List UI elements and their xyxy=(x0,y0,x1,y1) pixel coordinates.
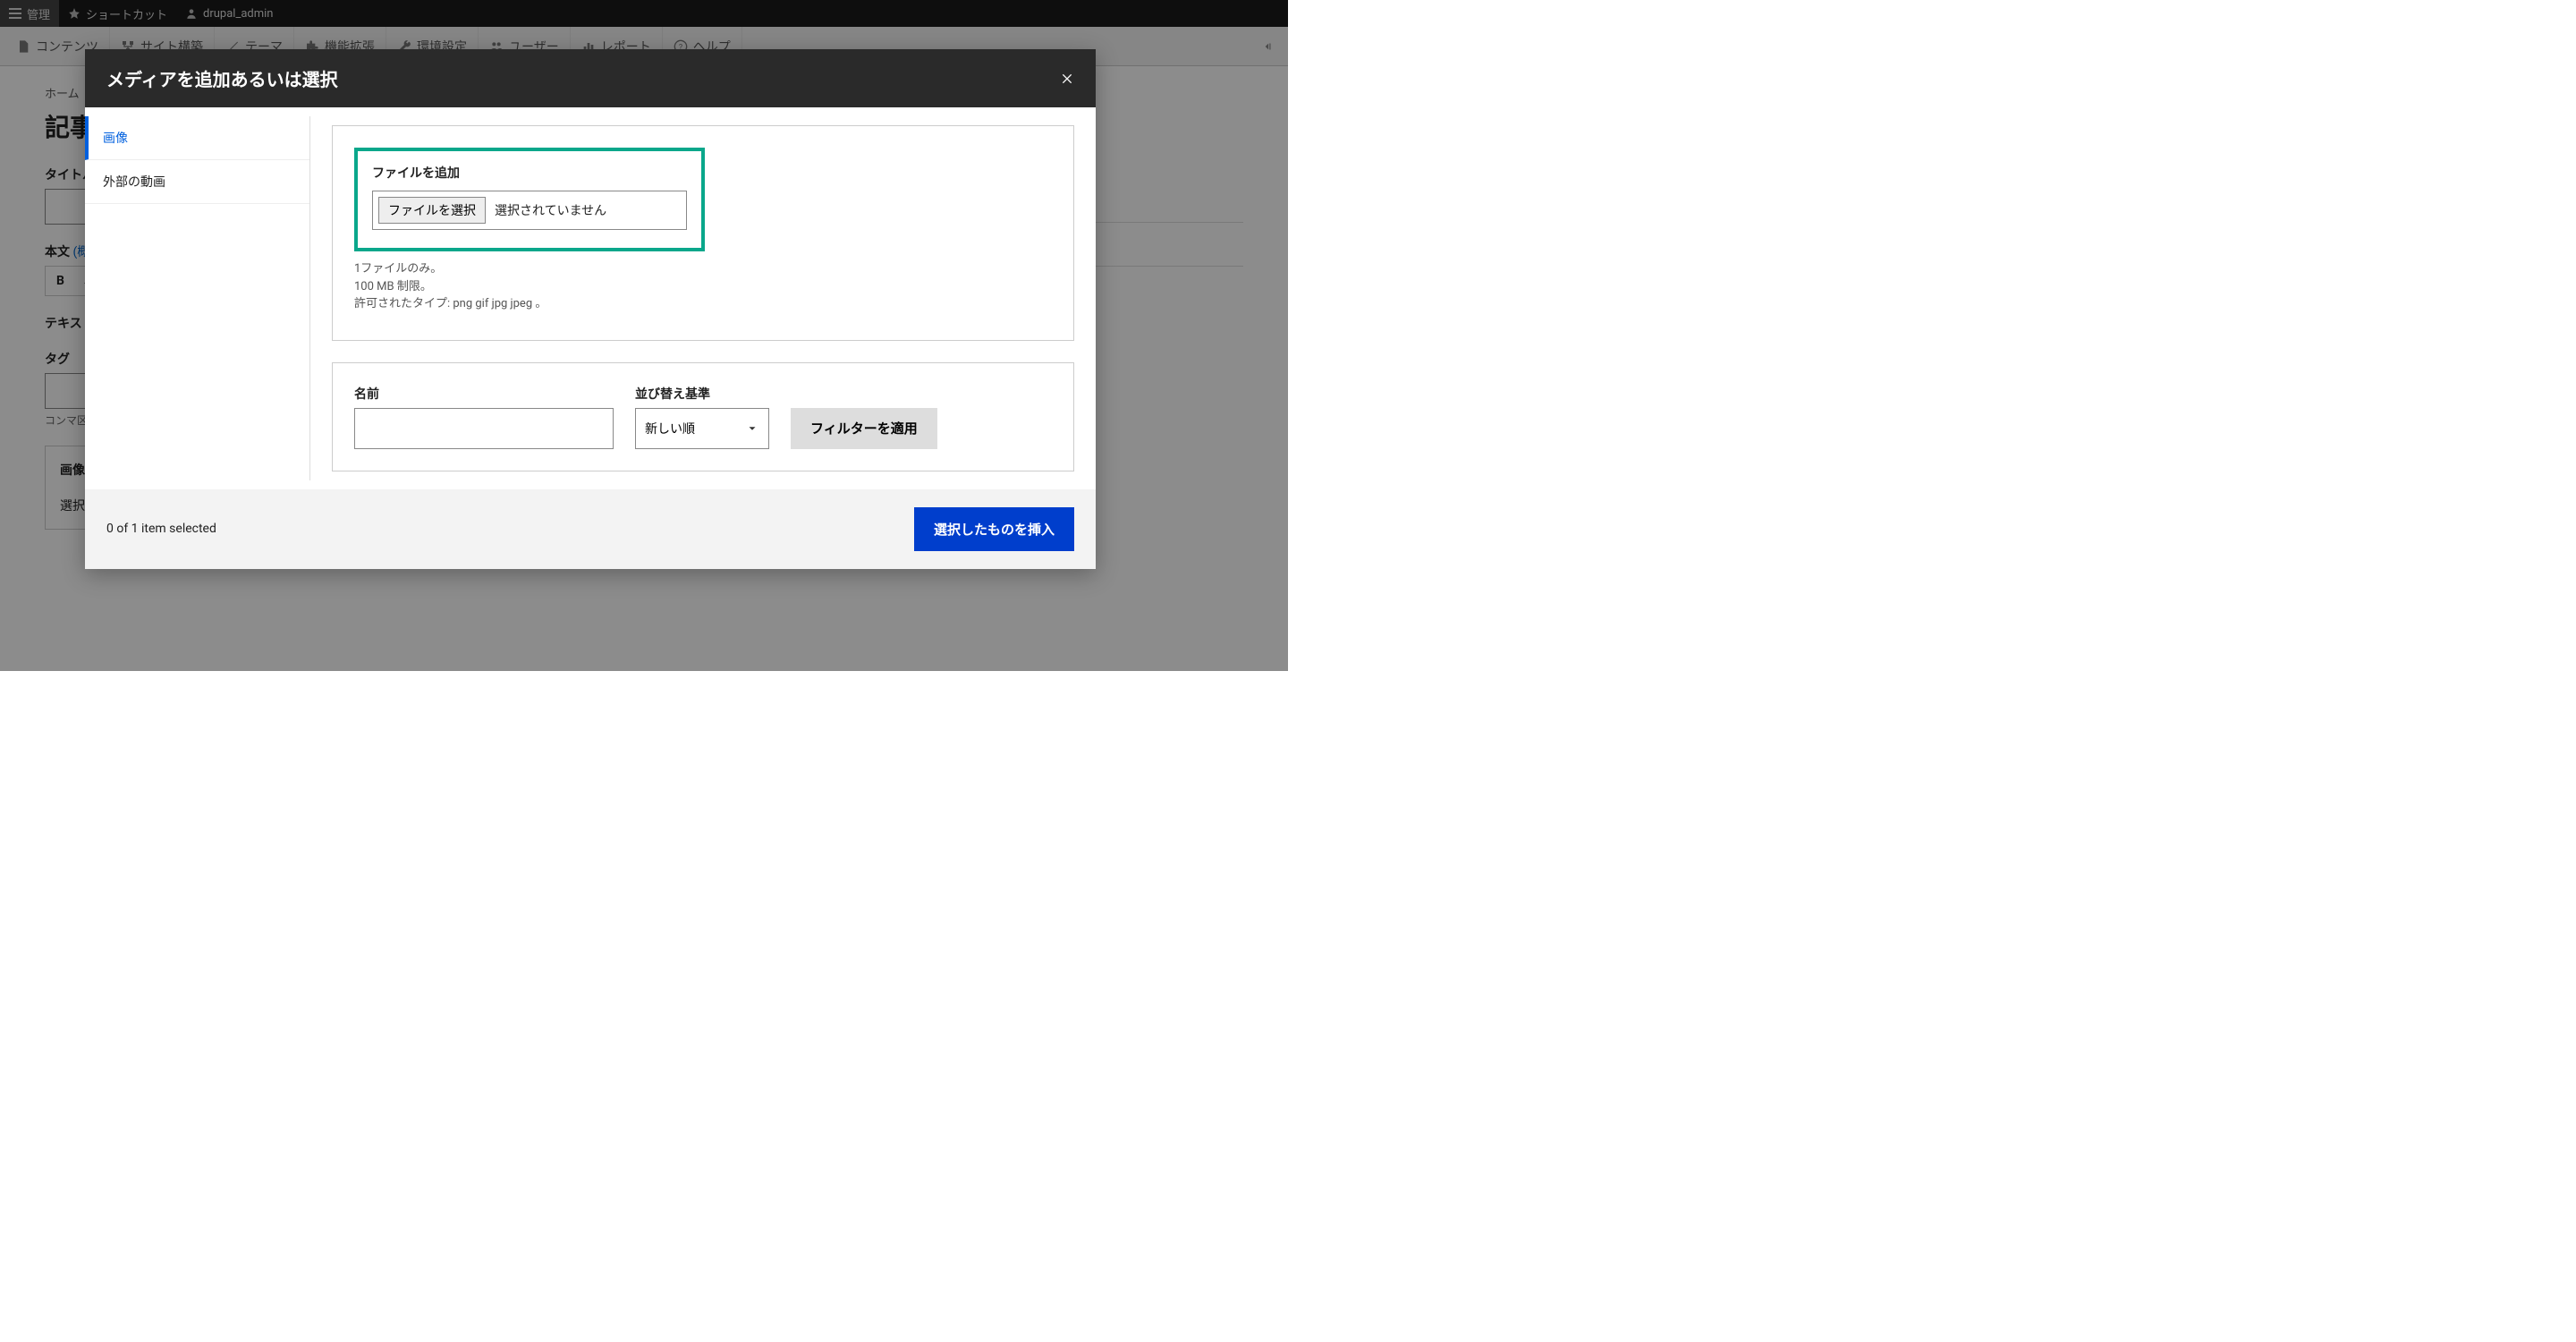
filter-name-input[interactable] xyxy=(354,408,614,449)
modal-title: メディアを追加あるいは選択 xyxy=(106,65,338,91)
media-type-tabs: 画像 外部の動画 xyxy=(85,116,310,480)
modal-main: ファイルを追加 ファイルを選択 選択されていません 1ファイルのみ。 100 M… xyxy=(310,116,1096,480)
media-library-modal: メディアを追加あるいは選択 画像 外部の動画 ファイルを追加 ファイルを選択 選… xyxy=(85,49,1096,569)
choose-file-button[interactable]: ファイルを選択 xyxy=(378,197,486,224)
upload-fieldset: ファイルを追加 ファイルを選択 選択されていません xyxy=(354,148,705,251)
filter-name-label: 名前 xyxy=(354,385,614,403)
tab-image[interactable]: 画像 xyxy=(85,116,309,160)
insert-selected-button[interactable]: 選択したものを挿入 xyxy=(914,507,1074,551)
filter-sort-select[interactable]: 新しい順 xyxy=(635,408,769,449)
tab-remote-video[interactable]: 外部の動画 xyxy=(85,160,309,204)
upload-help-1: 1ファイルのみ。 xyxy=(354,260,1052,278)
filter-name-col: 名前 xyxy=(354,385,614,449)
selection-count: 0 of 1 item selected xyxy=(106,522,216,536)
close-icon xyxy=(1060,72,1074,86)
apply-filters-button[interactable]: フィルターを適用 xyxy=(791,408,937,449)
upload-legend: ファイルを追加 xyxy=(372,164,687,182)
filter-sort-col: 並び替え基準 新しい順 xyxy=(635,385,769,449)
modal-body: 画像 外部の動画 ファイルを追加 ファイルを選択 選択されていません 1ファイル… xyxy=(85,107,1096,489)
upload-help: 1ファイルのみ。 100 MB 制限。 許可されたタイプ: png gif jp… xyxy=(354,260,1052,313)
modal-close-button[interactable] xyxy=(1060,72,1074,86)
modal-footer: 0 of 1 item selected 選択したものを挿入 xyxy=(85,489,1096,569)
modal-header: メディアを追加あるいは選択 xyxy=(85,49,1096,107)
upload-panel: ファイルを追加 ファイルを選択 選択されていません 1ファイルのみ。 100 M… xyxy=(332,125,1074,341)
file-status-text: 選択されていません xyxy=(495,201,606,219)
filter-panel: 名前 並び替え基準 新しい順 フィルターを適用 xyxy=(332,362,1074,471)
file-input-row[interactable]: ファイルを選択 選択されていません xyxy=(372,191,687,230)
upload-help-3: 許可されたタイプ: png gif jpg jpeg 。 xyxy=(354,295,1052,313)
filter-sort-label: 並び替え基準 xyxy=(635,385,769,403)
upload-help-2: 100 MB 制限。 xyxy=(354,278,1052,296)
